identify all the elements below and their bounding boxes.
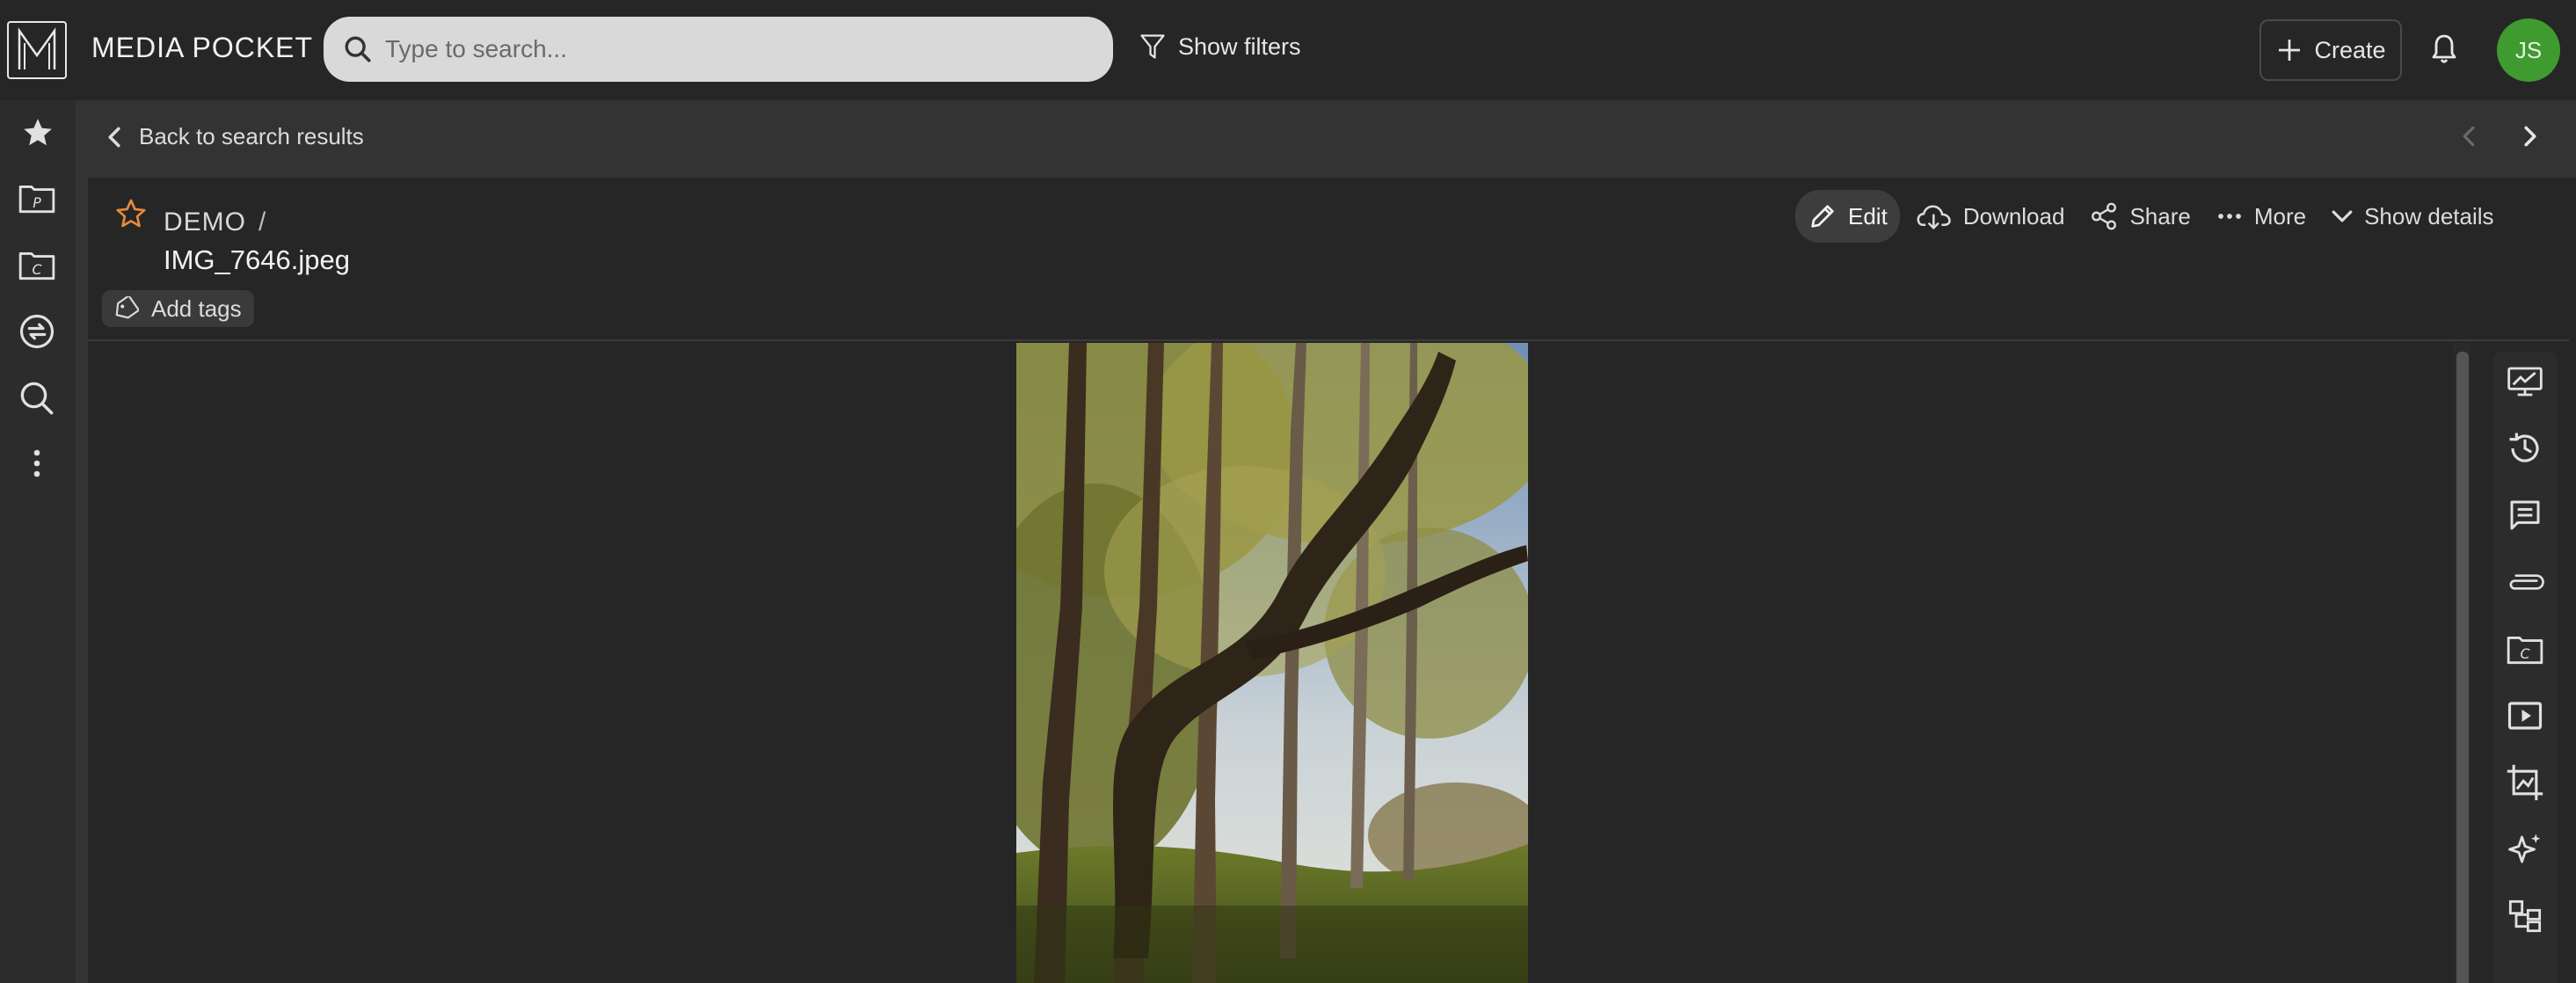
more-label: More [2253,202,2307,229]
bell-icon [2432,34,2456,63]
collection-name[interactable]: DEMO [164,208,246,237]
folder-c-icon: C [18,252,55,280]
back-to-results-link[interactable]: Back to search results [107,123,364,150]
history-icon [2509,433,2539,462]
star-icon [24,119,52,146]
panel-comments-button[interactable] [2504,494,2546,536]
svg-text:C: C [2521,645,2530,662]
ai-sparkle-icon [2508,834,2541,863]
sync-icon [19,314,55,349]
asset-actions: Edit Download Share More Show details [1795,190,2507,243]
logo-m-icon [18,27,56,69]
more-button[interactable]: More [2203,190,2318,243]
sidebar-item-sync[interactable] [16,311,58,352]
svg-text:C: C [33,261,42,278]
panel-history-button[interactable] [2504,427,2546,470]
hierarchy-icon [2508,899,2542,933]
search-icon [20,382,54,415]
next-asset-button[interactable] [2523,125,2537,148]
favorite-toggle[interactable] [114,197,148,230]
show-details-button[interactable]: Show details [2318,190,2506,243]
search-input[interactable] [385,35,1071,63]
svg-text:P: P [33,194,41,211]
viewer-scrollbar-thumb[interactable] [2456,352,2469,983]
crop-image-icon [2507,764,2543,801]
presentation-chart-icon [2507,367,2543,397]
search-icon [345,36,371,62]
share-label: Share [2129,202,2191,229]
brand-name: MEDIA POCKET [91,32,314,63]
sidebar-item-favorites[interactable] [18,113,58,153]
create-label: Create [2314,36,2386,63]
breadcrumb-separator: / [258,208,267,237]
panel-crop-button[interactable] [2504,761,2546,804]
back-label: Back to search results [139,123,364,149]
folder-p-icon: P [18,186,55,214]
sidebar-item-more[interactable] [16,443,58,484]
chevron-left-icon [108,127,120,147]
sidebar-item-collections[interactable]: C [16,244,58,285]
chevron-left-icon [2463,126,2475,147]
more-horizontal-icon [2217,214,2241,219]
search-bar[interactable] [324,17,1113,82]
panel-versions-button[interactable] [2504,895,2546,937]
edit-label: Edit [1848,202,1888,229]
filter-icon [1140,34,1165,59]
panel-ai-button[interactable] [2504,828,2546,870]
attachment-icon [2509,574,2544,590]
panel-attachments-button[interactable] [2504,561,2546,603]
panel-collections-button[interactable]: C [2504,628,2546,670]
top-bar: MEDIA POCKET Show filters Create JS [0,0,2576,100]
folder-c-icon: C [2507,637,2543,665]
add-tags-label: Add tags [151,295,242,322]
more-vertical-icon [33,449,40,477]
sidebar-item-search[interactable] [16,378,58,419]
sidebar-divider [76,100,88,983]
previous-asset-button[interactable] [2462,125,2476,148]
asset-viewer [88,343,2453,983]
edit-button[interactable]: Edit [1795,190,1900,243]
panel-preview-button[interactable] [2504,695,2546,737]
comments-icon [2510,500,2540,530]
notifications-button[interactable] [2428,32,2460,67]
tag-icon [115,296,139,319]
panel-presentation-button[interactable] [2504,360,2546,403]
chevron-right-icon [2524,126,2536,147]
collection-breadcrumb[interactable]: DEMO / [164,208,266,237]
app-logo[interactable] [7,21,67,79]
play-icon [2507,702,2543,730]
asset-preview-image[interactable] [1016,343,1528,983]
asset-nav-bar: Back to search results [88,100,2576,178]
show-filters-button[interactable]: Show filters [1139,32,1301,62]
left-sidebar [0,100,76,983]
download-button[interactable]: Download [1903,190,2078,243]
add-tags-button[interactable]: Add tags [102,290,254,327]
share-icon [2092,202,2117,230]
cloud-download-icon [1917,205,1951,229]
sidebar-item-projects[interactable]: P [16,178,58,218]
download-label: Download [1962,202,2065,229]
chevron-down-icon [2332,210,2353,222]
show-details-label: Show details [2364,202,2494,229]
asset-header: DEMO / IMG_7646.jpeg Add tags Edit Downlo… [88,178,2569,341]
show-filters-label: Show filters [1178,33,1301,60]
share-button[interactable]: Share [2077,190,2202,243]
asset-filename: IMG_7646.jpeg [164,244,350,275]
plus-icon [2279,40,2301,61]
pencil-icon [1811,205,1834,228]
create-button[interactable]: Create [2259,19,2402,81]
star-outline-icon [116,199,146,228]
forest-photo [1016,343,1528,983]
user-avatar[interactable]: JS [2497,18,2560,82]
